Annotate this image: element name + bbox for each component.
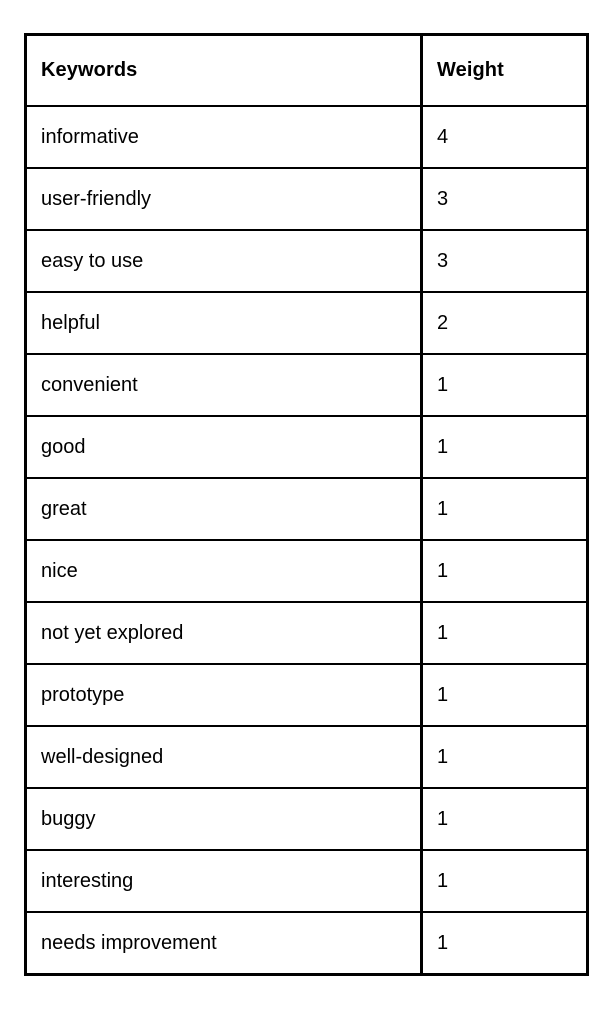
cell-keyword: great <box>25 477 423 541</box>
cell-keyword: nice <box>25 539 423 603</box>
cell-keyword: needs improvement <box>25 911 423 975</box>
cell-keyword: informative <box>25 105 423 169</box>
cell-weight: 1 <box>421 415 588 479</box>
cell-weight: 1 <box>421 663 588 727</box>
cell-keyword: interesting <box>25 849 423 913</box>
table-header-row: Keywords Weight <box>25 34 588 107</box>
cell-keyword: convenient <box>25 353 423 417</box>
table-header: Keywords Weight <box>25 34 588 107</box>
cell-weight: 1 <box>421 725 588 789</box>
table-row: needs improvement 1 <box>25 911 588 975</box>
page-root: Keywords Weight informative 4 user-frien… <box>0 0 604 1010</box>
table-body: informative 4 user-friendly 3 easy to us… <box>25 105 588 975</box>
cell-weight: 1 <box>421 539 588 603</box>
cell-weight: 1 <box>421 353 588 417</box>
table-row: convenient 1 <box>25 353 588 417</box>
cell-weight: 3 <box>421 167 588 231</box>
keywords-weight-table: Keywords Weight informative 4 user-frien… <box>24 33 589 976</box>
cell-keyword: easy to use <box>25 229 423 293</box>
cell-weight: 1 <box>421 849 588 913</box>
table-row: good 1 <box>25 415 588 479</box>
table-row: user-friendly 3 <box>25 167 588 231</box>
cell-weight: 1 <box>421 911 588 975</box>
table-row: not yet explored 1 <box>25 601 588 665</box>
cell-keyword: buggy <box>25 787 423 851</box>
cell-weight: 1 <box>421 787 588 851</box>
table-row: informative 4 <box>25 105 588 169</box>
cell-keyword: not yet explored <box>25 601 423 665</box>
table-row: easy to use 3 <box>25 229 588 293</box>
cell-keyword: user-friendly <box>25 167 423 231</box>
cell-weight: 4 <box>421 105 588 169</box>
cell-weight: 3 <box>421 229 588 293</box>
table-row: nice 1 <box>25 539 588 603</box>
column-header-weight: Weight <box>421 34 588 107</box>
cell-keyword: well-designed <box>25 725 423 789</box>
cell-weight: 2 <box>421 291 588 355</box>
table-row: helpful 2 <box>25 291 588 355</box>
cell-keyword: prototype <box>25 663 423 727</box>
table-row: interesting 1 <box>25 849 588 913</box>
cell-weight: 1 <box>421 477 588 541</box>
cell-keyword: helpful <box>25 291 423 355</box>
table-row: prototype 1 <box>25 663 588 727</box>
table-row: well-designed 1 <box>25 725 588 789</box>
table-row: great 1 <box>25 477 588 541</box>
table-row: buggy 1 <box>25 787 588 851</box>
cell-keyword: good <box>25 415 423 479</box>
column-header-keywords: Keywords <box>25 34 423 107</box>
cell-weight: 1 <box>421 601 588 665</box>
